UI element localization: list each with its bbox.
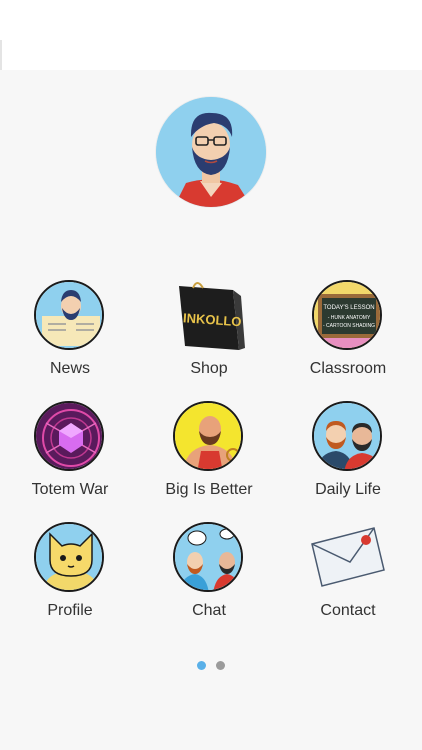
menu-label-classroom: Classroom xyxy=(309,360,387,377)
menu-label-contact: Contact xyxy=(320,602,376,619)
menu-item-big-is-better[interactable]: Big Is Better xyxy=(139,401,279,511)
envelope-icon xyxy=(310,526,386,588)
page-dot-active[interactable] xyxy=(196,661,206,670)
chalkboard-icon: TODAY'S LESSON - HUNK ANATOMY - CARTOON … xyxy=(312,280,382,350)
bearded-man-avatar-icon[interactable] xyxy=(156,97,266,207)
menu-item-classroom[interactable]: TODAY'S LESSON - HUNK ANATOMY - CARTOON … xyxy=(278,280,418,390)
muscle-man-icon xyxy=(173,401,243,471)
top-bar xyxy=(0,0,422,70)
menu-item-daily-life[interactable]: Daily Life xyxy=(278,401,418,511)
chalkboard-line-2: - CARTOON SHADING xyxy=(323,323,375,329)
menu-label-shop: Shop xyxy=(190,360,228,377)
crystal-icon xyxy=(34,401,104,471)
chalkboard-line-1: - HUNK ANATOMY xyxy=(328,315,371,321)
menu-item-shop[interactable]: INKOLLO Shop xyxy=(139,280,279,390)
menu-label-totem-war: Totem War xyxy=(31,481,109,498)
menu-item-totem-war[interactable]: Totem War xyxy=(0,401,140,511)
menu-item-chat[interactable]: Chat xyxy=(139,522,279,632)
menu-item-contact[interactable]: Contact xyxy=(278,522,418,632)
page-dot-inactive[interactable] xyxy=(216,661,226,670)
cat-icon xyxy=(34,522,104,592)
menu-label-profile: Profile xyxy=(47,602,93,619)
menu-item-news[interactable]: News xyxy=(0,280,140,390)
menu-label-chat: Chat xyxy=(192,602,226,619)
menu-item-profile[interactable]: Profile xyxy=(0,522,140,632)
page-indicator[interactable] xyxy=(0,657,422,675)
shopping-bag-icon: INKOLLO xyxy=(173,280,245,352)
top-bar-divider xyxy=(0,40,2,70)
chat-bubbles-icon xyxy=(173,522,243,592)
menu-label-news: News xyxy=(49,360,90,377)
couple-icon xyxy=(312,401,382,471)
menu-label-big-is-better: Big Is Better xyxy=(165,481,253,498)
newspaper-man-icon xyxy=(34,280,104,350)
chalkboard-title: TODAY'S LESSON xyxy=(323,305,374,311)
menu-label-daily-life: Daily Life xyxy=(315,481,381,498)
